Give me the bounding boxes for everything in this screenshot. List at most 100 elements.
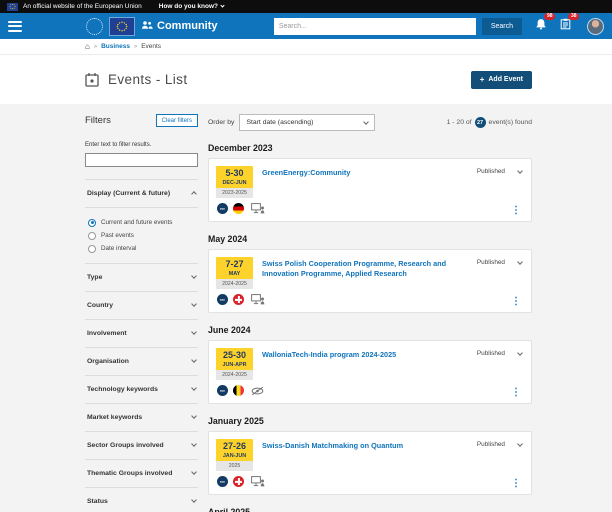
event-date-years: 2024-2025: [216, 278, 253, 289]
filter-section[interactable]: Market keywords: [85, 404, 198, 432]
filter-section[interactable]: Type: [85, 264, 198, 292]
how-do-you-know-toggle[interactable]: How do you know?: [158, 3, 225, 10]
event-date-months: DEC-JUN: [222, 179, 247, 186]
content-area: Filters Clear filters Enter text to filt…: [0, 104, 612, 512]
radio-icon[interactable]: [88, 218, 96, 227]
event-title-link[interactable]: GreenEnergy:Community: [262, 168, 459, 178]
filter-section[interactable]: Involvement: [85, 320, 198, 348]
event-status[interactable]: Published: [476, 440, 523, 448]
event-date-years: 2024-2025: [216, 369, 253, 380]
event-status[interactable]: Published: [477, 167, 523, 175]
chevron-down-icon: [517, 258, 523, 265]
event-meta-icons: een: [217, 203, 265, 214]
filter-section[interactable]: Technology keywords: [85, 376, 198, 404]
filter-section[interactable]: Sector Groups involved: [85, 432, 198, 460]
filter-section[interactable]: Thematic Groups involved: [85, 460, 198, 488]
event-card[interactable]: 25-30 JUN-APR 2024-2025 WalloniaTech-Ind…: [208, 340, 532, 404]
tasks-badge: 38: [568, 13, 579, 20]
chevron-down-icon: [191, 385, 197, 391]
results-prefix: 1 - 20 of: [446, 119, 472, 126]
notifications-badge: 98: [544, 13, 555, 20]
filter-section[interactable]: Country: [85, 292, 198, 320]
een-badge-icon: een: [217, 385, 228, 396]
display-option[interactable]: Past events: [88, 231, 198, 240]
tasks-button[interactable]: 38: [560, 13, 579, 35]
text-filter-label: Enter text to filter results.: [85, 142, 152, 148]
filter-section[interactable]: Organisation: [85, 348, 198, 376]
een-badge-icon: een: [217, 294, 228, 305]
event-title-link[interactable]: Swiss-Danish Matchmaking on Quantum: [262, 441, 459, 451]
add-event-button[interactable]: + Add Event: [470, 70, 532, 89]
order-by-value: Start date (ascending): [246, 119, 314, 126]
radio-icon[interactable]: [88, 231, 96, 240]
event-date-ticket: 27-26 JAN-JUN 2025: [216, 439, 253, 471]
breadcrumb-separator: >: [133, 43, 138, 50]
event-month-group: April 2025 24 7th Austrian-Slovak bilate…: [208, 507, 532, 512]
event-card[interactable]: 7-27 MAY 2024-2025 Swiss Polish Cooperat…: [208, 249, 532, 313]
text-filter-input[interactable]: [85, 152, 198, 167]
event-card[interactable]: 27-26 JAN-JUN 2025 Swiss-Danish Matchmak…: [208, 431, 532, 495]
how-do-you-know-label: How do you know?: [158, 3, 218, 10]
kebab-menu-icon[interactable]: ⋮: [511, 388, 521, 398]
event-date-range: 5-30: [225, 168, 244, 178]
page-title: Events - List: [108, 72, 188, 87]
month-header: June 2024: [208, 325, 251, 335]
event-title-link[interactable]: Swiss Polish Cooperation Programme, Rese…: [262, 259, 459, 279]
display-option[interactable]: Date interval: [88, 244, 198, 253]
search-button[interactable]: Search: [481, 17, 522, 35]
events-list: Order by Start date (ascending) 1 - 20 o…: [208, 114, 532, 512]
month-header: May 2024: [208, 234, 248, 244]
eu-flag-logo: [109, 16, 135, 36]
filter-section-label: Country: [87, 301, 114, 309]
event-date-ticket: 7-27 MAY 2024-2025: [216, 257, 253, 289]
notifications-button[interactable]: 98: [535, 13, 555, 35]
country-flag-icon: [233, 294, 244, 305]
hybrid-event-icon: [251, 294, 265, 305]
order-by-label: Order by: [208, 119, 235, 126]
een-badge-icon: een: [217, 476, 228, 487]
event-groups: December 2023 5-30 DEC-JUN 2023-2025 Gre…: [208, 143, 532, 512]
event-card[interactable]: 5-30 DEC-JUN 2023-2025 GreenEnergy:Commu…: [208, 158, 532, 222]
people-icon: [141, 20, 153, 33]
kebab-menu-icon[interactable]: ⋮: [511, 297, 521, 307]
event-status[interactable]: Published: [477, 258, 523, 266]
chevron-down-icon: [191, 469, 197, 475]
user-avatar[interactable]: [587, 17, 604, 35]
event-date-years: 2023-2025: [216, 187, 253, 198]
filter-section-label: Market keywords: [87, 413, 143, 421]
breadcrumb: ⌂ > Business > Events: [0, 39, 612, 54]
event-status-label: Published: [476, 441, 505, 448]
event-date-ticket: 5-30 DEC-JUN 2023-2025: [216, 166, 253, 198]
filter-section-label: Technology keywords: [87, 385, 158, 393]
filter-section[interactable]: Status: [85, 488, 198, 512]
radio-icon[interactable]: [88, 244, 96, 253]
search-input[interactable]: [273, 17, 476, 35]
event-status[interactable]: Published: [477, 349, 523, 357]
month-header: April 2025: [208, 507, 251, 512]
chevron-down-icon: [191, 441, 197, 447]
country-flag-icon: [233, 385, 244, 396]
home-icon[interactable]: ⌂: [85, 42, 90, 51]
filters-panel: Filters Clear filters Enter text to filt…: [85, 114, 198, 512]
chevron-down-icon: [517, 167, 523, 174]
event-title-link[interactable]: WalloniaTech-India program 2024-2025: [262, 350, 459, 360]
clear-filters-button[interactable]: Clear filters: [155, 114, 198, 127]
community-home-link[interactable]: Community: [141, 20, 218, 33]
chevron-down-icon: [191, 497, 197, 503]
month-header: January 2025: [208, 416, 264, 426]
chevron-down-icon: [517, 349, 523, 356]
display-option[interactable]: Current and future events: [88, 218, 198, 227]
order-by-select[interactable]: Start date (ascending): [239, 114, 376, 131]
chevron-down-icon: [517, 440, 523, 447]
brand-label: Community: [157, 20, 218, 32]
menu-button[interactable]: [8, 20, 22, 32]
breadcrumb-current: Events: [141, 43, 162, 50]
breadcrumb-link-business[interactable]: Business: [101, 43, 130, 50]
event-date-ticket: 25-30 JUN-APR 2024-2025: [216, 348, 253, 380]
kebab-menu-icon[interactable]: ⋮: [511, 206, 521, 216]
official-banner: An official website of the European Unio…: [0, 0, 612, 13]
chevron-down-icon: [191, 301, 197, 307]
kebab-menu-icon[interactable]: ⋮: [511, 479, 521, 489]
event-meta-icons: een: [217, 476, 265, 487]
filter-section-display[interactable]: Display (Current & future): [85, 178, 198, 208]
